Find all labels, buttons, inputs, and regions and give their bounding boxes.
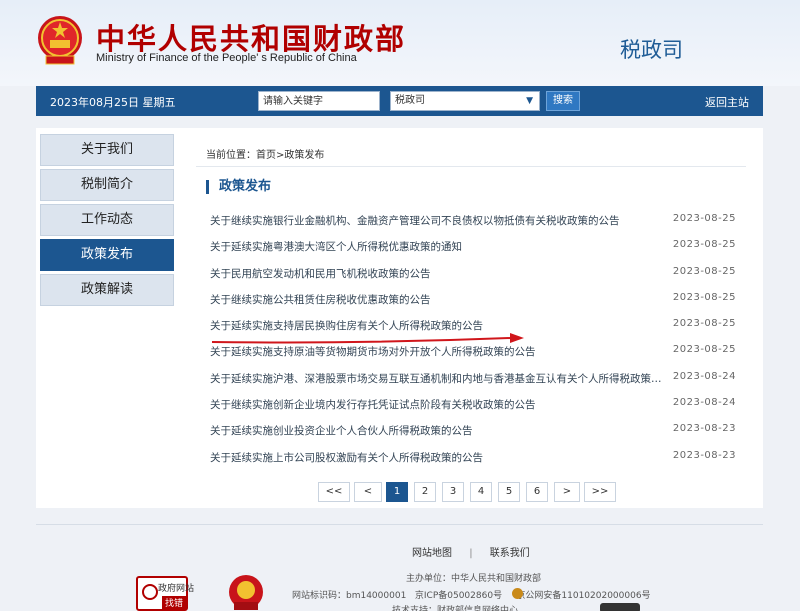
article-date: 2023-08-25 [672,213,736,224]
page-button-2[interactable]: 2 [414,482,436,502]
gov-site-error-report-badge[interactable]: 政府网站 找错 [136,576,194,611]
list-item[interactable]: 关于延续实施创业投资企业个人合伙人所得税政策的公告 2023-08-23 [210,418,750,444]
article-title[interactable]: 关于延续实施上市公司股权激励有关个人所得税政策的公告 [210,450,670,465]
police-record[interactable]: 京公网安备11010202000006号 [516,591,650,601]
search-button[interactable]: 搜索 [546,91,580,111]
footer-divider [36,524,763,525]
list-item[interactable]: 关于延续实施沪港、深港股票市场交易互联互通机制和内地与香港基金互认有关个人所得税… [210,366,750,392]
scope-select[interactable]: 税政司 ▼ [390,91,540,111]
current-date: 2023年08月25日 星期五 [50,96,176,109]
police-badge-icon [512,588,523,599]
list-item[interactable]: 关于继续实施创新企业境内发行存托凭证试点阶段有关税收政策的公告 2023-08-2… [210,392,750,418]
sponsor-text: 主办单位：中华人民共和国财政部 [406,574,542,584]
top-bar: 2023年08月25日 星期五 税政司 ▼ 搜索 返回主站 [36,86,763,116]
article-title[interactable]: 关于延续实施沪港、深港股票市场交易互联互通机制和内地与香港基金互认有关个人所得税… [210,371,670,386]
contact-link[interactable]: 联系我们 [490,548,530,559]
article-date: 2023-08-23 [672,449,736,461]
next-page-button[interactable]: > [554,482,580,502]
footer-ids: 网站标识码：bm14000001 京ICP备05002860号 京公网安备110… [292,588,651,601]
last-page-button[interactable]: >> [584,482,616,502]
article-date: 2023-08-25 [672,318,736,330]
list-item[interactable]: 关于延续实施上市公司股权激励有关个人所得税政策的公告 2023-08-23 [210,445,750,471]
party-gov-badge-icon[interactable] [226,574,266,611]
site-title-en: Ministry of Finance of the People' s Rep… [96,52,357,64]
page-button-3[interactable]: 3 [442,482,464,502]
article-title[interactable]: 关于继续实施银行业金融机构、金融资产管理公司不良债权以物抵债有关税收政策的公告 [210,213,670,228]
page-button-5[interactable]: 5 [498,482,520,502]
return-home-link[interactable]: 返回主站 [705,94,749,110]
footer-separator: | [469,548,473,559]
tech-support-text: 技术支持：财政部信息网络中心 [392,606,519,611]
sidebar-item-policy-interpretation[interactable]: 政策解读 [40,274,174,306]
first-page-button[interactable]: << [318,482,350,502]
page-button-6[interactable]: 6 [526,482,548,502]
site-header: 中华人民共和国财政部 Ministry of Finance of the Pe… [0,0,800,86]
department-name: 税政司 [620,38,683,62]
breadcrumb: 当前位置：首页>政策发布 [206,150,325,161]
article-date: 2023-08-24 [672,397,736,409]
list-item[interactable]: 关于延续实施粤港澳大湾区个人所得税优惠政策的通知 2023-08-25 [210,234,750,260]
badge-line2: 找错 [162,596,186,609]
article-title[interactable]: 关于延续实施创业投资企业个人合伙人所得税政策的公告 [210,423,670,438]
search-input[interactable] [258,91,380,111]
list-item[interactable]: 关于继续实施公共租赁住房税收优惠政策的公告 2023-08-25 [210,287,750,313]
sidebar-item-policy-release[interactable]: 政策发布 [40,239,174,271]
main-panel: 关于我们 税制简介 工作动态 政策发布 政策解读 当前位置：首页>政策发布 政策… [36,128,763,508]
list-item[interactable]: 关于继续实施银行业金融机构、金融资产管理公司不良债权以物抵债有关税收政策的公告 2… [210,208,750,234]
article-date: 2023-08-25 [672,344,736,356]
badge-line1: 政府网站 [158,584,195,594]
sitemap-link[interactable]: 网站地图 [412,548,452,559]
article-date: 2023-08-25 [672,239,736,251]
article-date: 2023-08-25 [672,291,736,303]
article-date: 2023-08-25 [672,265,736,277]
list-item[interactable]: 关于民用航空发动机和民用飞机税收政策的公告 2023-08-25 [210,261,750,287]
sidebar-item-work-news[interactable]: 工作动态 [40,204,174,236]
sidebar-item-about[interactable]: 关于我们 [40,134,174,166]
prev-page-button[interactable]: < [354,482,382,502]
section-title: 政策发布 [206,180,271,194]
page-button-4[interactable]: 4 [470,482,492,502]
chevron-down-icon: ▼ [526,96,533,106]
icp-number[interactable]: 京ICP备05002860号 [415,591,502,601]
footer-links: 网站地图 | 联系我们 [412,544,544,559]
article-date: 2023-08-23 [672,423,736,435]
sidebar: 关于我们 税制简介 工作动态 政策发布 政策解读 [40,134,174,309]
site-id: 网站标识码：bm14000001 [292,591,407,601]
scope-select-value: 税政司 [395,95,425,106]
page-button-1[interactable]: 1 [386,482,408,502]
article-title[interactable]: 关于继续实施创新企业境内发行存托凭证试点阶段有关税收政策的公告 [210,397,670,412]
footer-dark-badge [600,603,640,611]
divider [196,166,746,167]
national-emblem-icon [38,16,82,65]
article-date: 2023-08-24 [672,370,736,382]
sidebar-item-tax-system[interactable]: 税制简介 [40,169,174,201]
article-title[interactable]: 关于继续实施公共租赁住房税收优惠政策的公告 [210,292,670,307]
magnifier-icon [142,584,158,600]
article-title[interactable]: 关于民用航空发动机和民用飞机税收政策的公告 [210,266,670,281]
article-title[interactable]: 关于延续实施粤港澳大湾区个人所得税优惠政策的通知 [210,239,670,254]
annotation-arrow-icon [211,333,524,344]
